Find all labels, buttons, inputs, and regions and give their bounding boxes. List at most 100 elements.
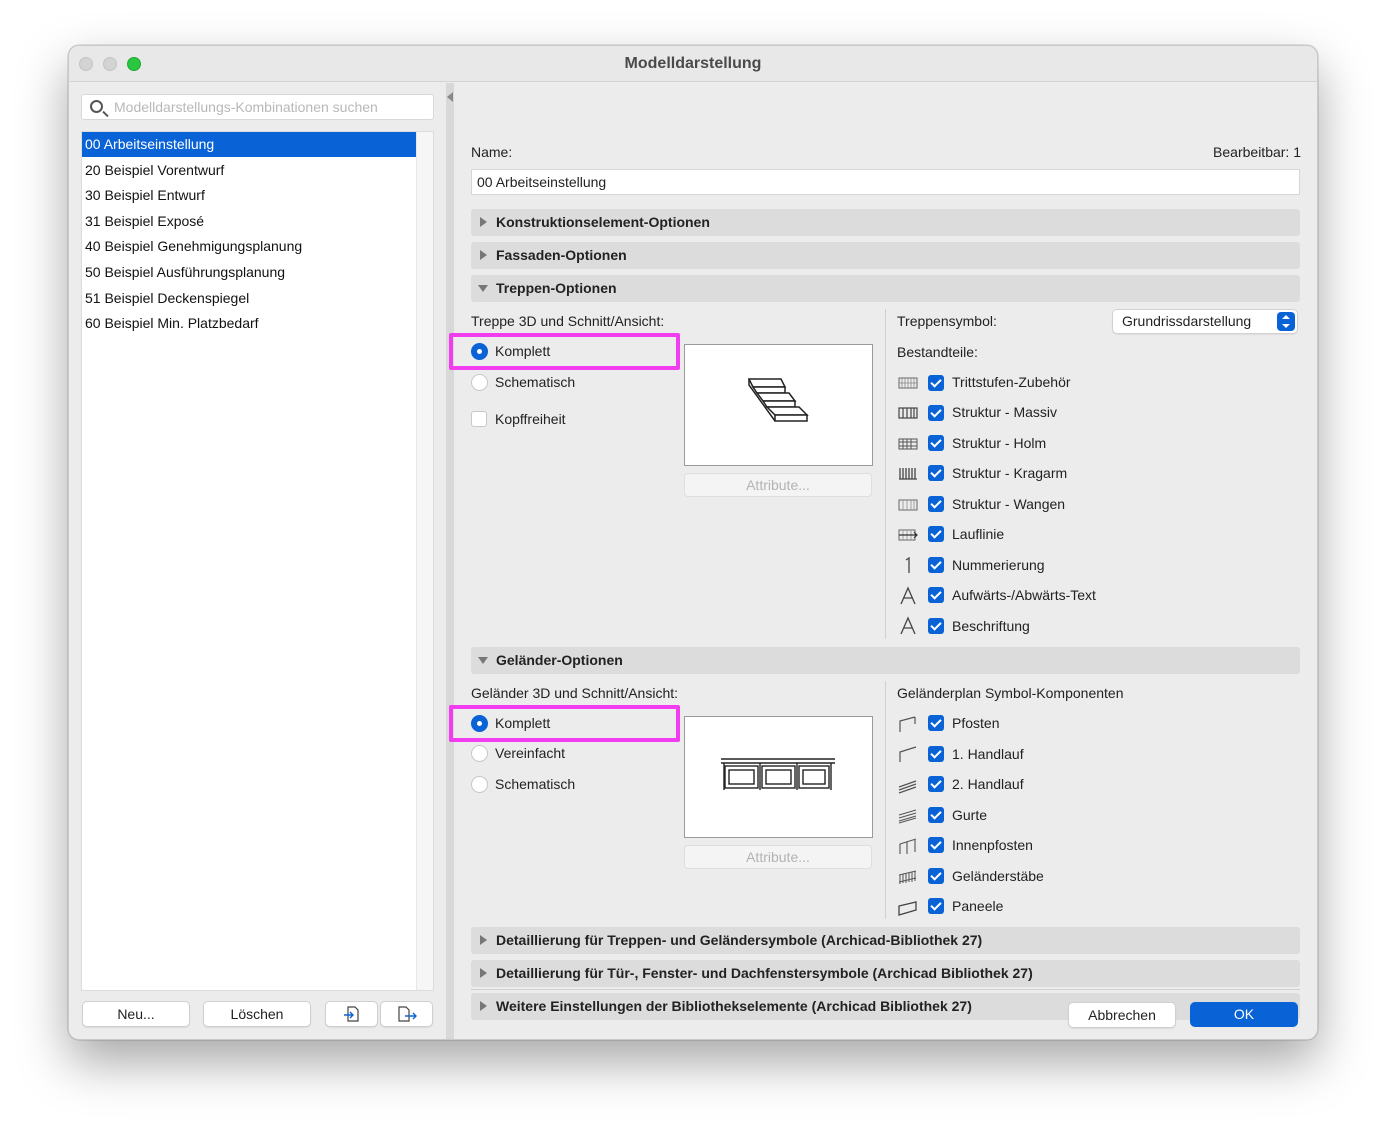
export-icon bbox=[397, 1006, 417, 1022]
disclosure-right-icon bbox=[480, 250, 487, 260]
stairs-radio-complete[interactable] bbox=[471, 343, 488, 360]
stair-preview bbox=[684, 344, 873, 466]
search-input[interactable] bbox=[114, 98, 424, 116]
list-item[interactable]: 20 Beispiel Vorentwurf bbox=[82, 158, 417, 183]
railing-attributes-button[interactable]: Attribute... bbox=[684, 845, 872, 869]
search-icon bbox=[90, 100, 103, 113]
section-label: Weitere Einstellungen der Bibliotheksele… bbox=[496, 998, 972, 1014]
disclosure-down-icon bbox=[478, 657, 488, 664]
panels-icon bbox=[898, 901, 917, 916]
stairs-group-label: Treppe 3D und Schnitt/Ansicht: bbox=[471, 313, 665, 329]
section-label: Geländer-Optionen bbox=[496, 652, 623, 668]
headroom-label: Kopffreiheit bbox=[495, 411, 566, 427]
import-icon bbox=[343, 1006, 359, 1022]
label-a-icon bbox=[900, 616, 916, 635]
panels-checkbox[interactable] bbox=[928, 898, 944, 914]
component-label: Struktur - Kragarm bbox=[952, 465, 1068, 481]
list-item[interactable]: 30 Beispiel Entwurf bbox=[82, 183, 417, 208]
editable-count: Bearbeitbar: 1 bbox=[1213, 144, 1301, 160]
chevron-updown-icon bbox=[1277, 312, 1295, 331]
walking-line-checkbox[interactable] bbox=[928, 526, 944, 542]
component-label: Geländerstäbe bbox=[952, 868, 1044, 884]
new-button[interactable]: Neu... bbox=[82, 1001, 190, 1027]
list-item[interactable]: 51 Beispiel Deckenspiegel bbox=[82, 286, 417, 311]
railing-preview bbox=[684, 716, 873, 838]
structure-stringer-icon bbox=[898, 499, 918, 511]
section-label: Detaillierung für Treppen- und Geländers… bbox=[496, 932, 983, 948]
name-label: Name: bbox=[471, 144, 513, 160]
component-label: Nummerierung bbox=[952, 557, 1045, 573]
component-label: Beschriftung bbox=[952, 618, 1030, 634]
railing-option-label: Schematisch bbox=[495, 776, 576, 792]
stair-preview-icon bbox=[747, 378, 809, 422]
stair-symbol-select[interactable]: Grundrissdarstellung bbox=[1112, 309, 1298, 334]
section-detail-door-symbols[interactable]: Detaillierung für Tür-, Fenster- und Dac… bbox=[471, 960, 1300, 987]
numbering-icon bbox=[905, 556, 910, 573]
list-item[interactable]: 00 Arbeitseinstellung bbox=[82, 132, 417, 157]
export-button[interactable] bbox=[380, 1001, 433, 1027]
stair-symbol-label: Treppensymbol: bbox=[897, 313, 997, 329]
stair-symbol-value: Grundrissdarstellung bbox=[1122, 313, 1252, 329]
pane-splitter[interactable] bbox=[446, 83, 454, 1039]
disclosure-right-icon bbox=[480, 1001, 487, 1011]
search-box[interactable] bbox=[81, 94, 434, 120]
combination-list-pane: 00 Arbeitseinstellung 20 Beispiel Vorent… bbox=[69, 83, 446, 1039]
component-label: Trittstufen-Zubehör bbox=[952, 374, 1071, 390]
list-item[interactable]: 40 Beispiel Genehmigungsplanung bbox=[82, 234, 417, 259]
balusters-checkbox[interactable] bbox=[928, 868, 944, 884]
handrail-1-checkbox[interactable] bbox=[928, 746, 944, 762]
numbering-checkbox[interactable] bbox=[928, 557, 944, 573]
section-facade[interactable]: Fassaden-Optionen bbox=[471, 242, 1300, 269]
inner-post-checkbox[interactable] bbox=[928, 837, 944, 853]
stairs-option-label: Komplett bbox=[495, 343, 551, 359]
structure-solid-icon bbox=[898, 407, 918, 419]
component-label: Struktur - Holm bbox=[952, 435, 1047, 451]
disclosure-right-icon bbox=[480, 217, 487, 227]
settings-pane: Name: Bearbeitbar: 1 00 Arbeitseinstellu… bbox=[449, 83, 1317, 1039]
railing-radio-simplified[interactable] bbox=[471, 745, 488, 762]
list-item[interactable]: 60 Beispiel Min. Platzbedarf bbox=[82, 311, 417, 336]
list-scrollbar[interactable] bbox=[416, 132, 433, 990]
section-label: Detaillierung für Tür-, Fenster- und Dac… bbox=[496, 965, 1033, 981]
section-label: Treppen-Optionen bbox=[496, 280, 617, 296]
collapse-arrow-icon[interactable] bbox=[447, 92, 453, 102]
handrail-2-checkbox[interactable] bbox=[928, 776, 944, 792]
railing-option-label: Vereinfacht bbox=[495, 745, 566, 761]
component-label: Innenpfosten bbox=[952, 837, 1033, 853]
railing-components-label: Geländerplan Symbol-Komponenten bbox=[897, 685, 1124, 701]
list-item[interactable]: 31 Beispiel Exposé bbox=[82, 209, 417, 234]
combination-list: 00 Arbeitseinstellung 20 Beispiel Vorent… bbox=[81, 131, 434, 991]
rails-checkbox[interactable] bbox=[928, 807, 944, 823]
name-field[interactable]: 00 Arbeitseinstellung bbox=[471, 169, 1300, 195]
stairs-attributes-button[interactable]: Attribute... bbox=[684, 473, 872, 497]
updown-text-checkbox[interactable] bbox=[928, 587, 944, 603]
components-label: Bestandteile: bbox=[897, 344, 978, 360]
component-label: Aufwärts-/Abwärts-Text bbox=[952, 587, 1096, 603]
railing-radio-schematic[interactable] bbox=[471, 776, 488, 793]
post-checkbox[interactable] bbox=[928, 715, 944, 731]
section-label: Konstruktionselement-Optionen bbox=[496, 214, 710, 230]
ok-button[interactable]: OK bbox=[1190, 1002, 1298, 1027]
walking-line-icon bbox=[898, 529, 918, 541]
structure-cantilever-checkbox[interactable] bbox=[928, 465, 944, 481]
structure-beam-checkbox[interactable] bbox=[928, 435, 944, 451]
railing-radio-complete[interactable] bbox=[471, 715, 488, 732]
railing-group-label: Geländer 3D und Schnitt/Ansicht: bbox=[471, 685, 679, 701]
section-detail-stair-symbols[interactable]: Detaillierung für Treppen- und Geländers… bbox=[471, 927, 1300, 954]
post-icon bbox=[899, 716, 916, 732]
cancel-button[interactable]: Abbrechen bbox=[1068, 1002, 1176, 1028]
tread-accessory-checkbox[interactable] bbox=[928, 375, 944, 391]
section-railing[interactable]: Geländer-Optionen bbox=[471, 647, 1300, 674]
delete-button[interactable]: Löschen bbox=[203, 1001, 311, 1027]
section-stairs[interactable]: Treppen-Optionen bbox=[471, 275, 1300, 302]
handrail-2-icon bbox=[898, 780, 917, 794]
railing-option-label: Komplett bbox=[495, 715, 551, 731]
list-item[interactable]: 50 Beispiel Ausführungsplanung bbox=[82, 260, 417, 285]
stairs-radio-schematic[interactable] bbox=[471, 374, 488, 391]
structure-solid-checkbox[interactable] bbox=[928, 405, 944, 421]
label-checkbox[interactable] bbox=[928, 618, 944, 634]
section-construction[interactable]: Konstruktionselement-Optionen bbox=[471, 209, 1300, 236]
headroom-checkbox[interactable] bbox=[471, 411, 487, 427]
import-button[interactable] bbox=[325, 1001, 378, 1027]
structure-stringer-checkbox[interactable] bbox=[928, 496, 944, 512]
